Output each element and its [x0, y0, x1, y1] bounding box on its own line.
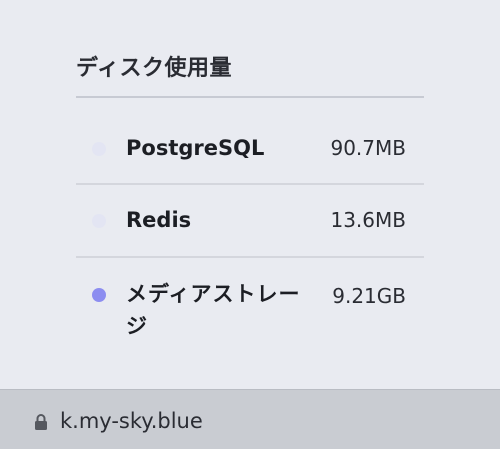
- title-divider: [76, 96, 424, 98]
- item-size: 90.7MB: [330, 136, 406, 160]
- status-dot: [92, 288, 106, 302]
- list-item-postgresql: PostgreSQL 90.7MB: [76, 128, 424, 186]
- item-name: PostgreSQL: [126, 136, 265, 160]
- list-item-media-storage: メディアストレージ 9.21GB: [76, 258, 424, 348]
- url-text[interactable]: k.my-sky.blue: [60, 408, 203, 434]
- address-bar[interactable]: k.my-sky.blue: [0, 389, 500, 449]
- list-item-redis: Redis 13.6MB: [76, 186, 424, 258]
- lock-icon: [34, 414, 48, 430]
- disk-usage-panel: ディスク使用量 PostgreSQL 90.7MB Redis 13.6MB メ…: [0, 0, 500, 389]
- item-size: 13.6MB: [330, 208, 406, 232]
- row-divider: [76, 183, 424, 185]
- panel-title: ディスク使用量: [76, 56, 232, 81]
- item-name: Redis: [126, 208, 192, 232]
- item-size: 9.21GB: [332, 284, 406, 308]
- status-dot: [92, 142, 106, 156]
- status-dot: [92, 214, 106, 228]
- item-name: メディアストレージ: [126, 282, 301, 338]
